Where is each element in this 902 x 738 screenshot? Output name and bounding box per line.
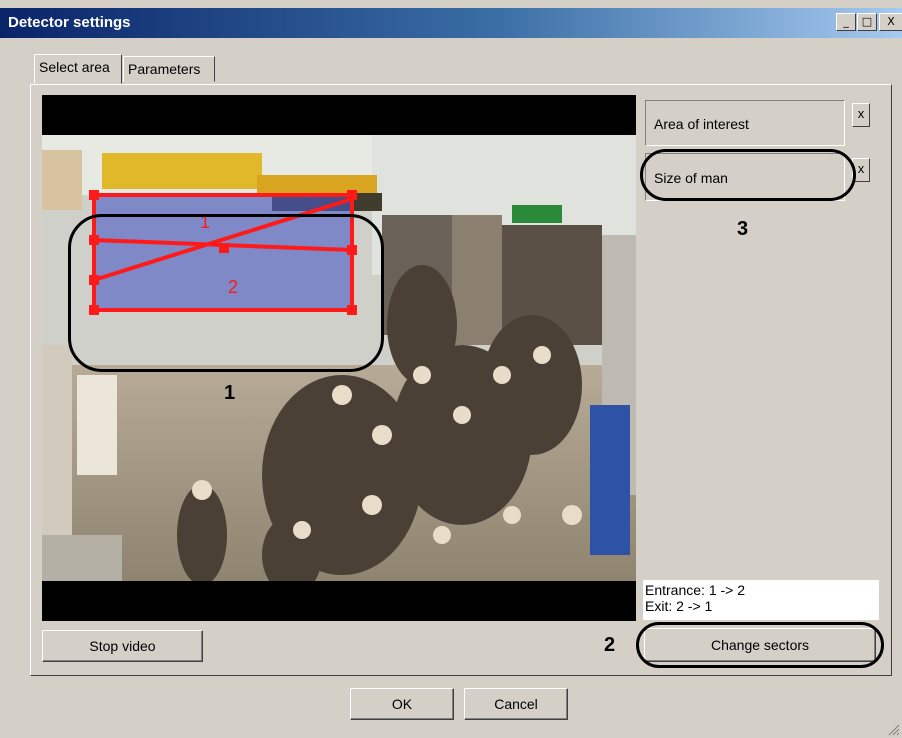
zone-area-of-interest[interactable]: Area of interest xyxy=(645,100,845,146)
title-bar[interactable]: Detector settings _ □ X xyxy=(0,8,902,38)
close-button[interactable]: X xyxy=(879,13,902,31)
maximize-button[interactable]: □ xyxy=(857,13,877,31)
tab-parameters[interactable]: Parameters xyxy=(123,56,215,82)
exit-text: Exit: 2 -> 1 xyxy=(645,598,713,614)
window-title: Detector settings xyxy=(8,14,131,31)
remove-area-of-interest-button[interactable]: x xyxy=(852,103,870,127)
direction-info: Entrance: 1 -> 2 Exit: 2 -> 1 xyxy=(643,580,879,620)
annotation-ellipse-area xyxy=(68,214,384,372)
annotation-ellipse-change xyxy=(636,622,884,668)
entrance-text: Entrance: 1 -> 2 xyxy=(645,582,746,598)
annotation-ellipse-size xyxy=(640,149,856,201)
detector-settings-dialog: Detector settings _ □ X Select area Para… xyxy=(0,0,902,738)
stop-video-button[interactable]: Stop video xyxy=(42,630,203,662)
minimize-button[interactable]: _ xyxy=(836,13,856,31)
annotation-label-1: 1 xyxy=(224,382,236,404)
tab-select-area[interactable]: Select area xyxy=(34,54,122,84)
cancel-button[interactable]: Cancel xyxy=(464,688,568,720)
annotation-label-3: 3 xyxy=(737,218,749,240)
annotation-label-2: 2 xyxy=(604,634,616,656)
resize-grip-icon[interactable] xyxy=(886,722,900,736)
ok-button[interactable]: OK xyxy=(350,688,454,720)
